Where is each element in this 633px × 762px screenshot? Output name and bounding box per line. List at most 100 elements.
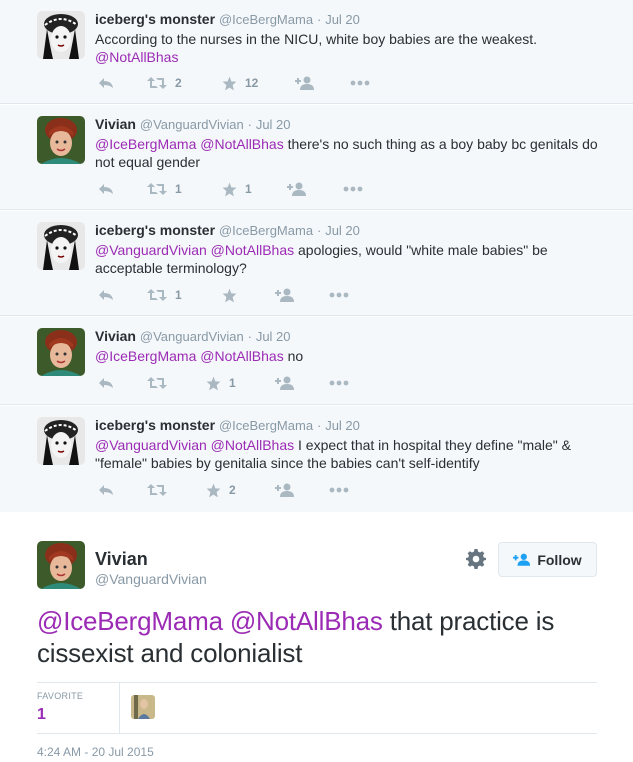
tweet-text: @IceBergMama @NotAllBhas that practice i… [37, 605, 603, 669]
retweet-button[interactable]: 1 [147, 285, 182, 305]
follow-icon [295, 76, 315, 90]
author-handle[interactable]: @IceBergMama [219, 418, 313, 433]
retweet-icon [147, 182, 167, 196]
tweet-text: @VanguardVivian @NotAllBhas I expect tha… [95, 436, 603, 472]
favorite-count: 12 [245, 76, 259, 90]
thread-tweet[interactable]: iceberg's monster @IceBergMama · Jul 20 … [0, 0, 633, 104]
reply-button[interactable] [98, 285, 114, 305]
favorite-stat-label: FAVORITE [37, 691, 84, 701]
mention-links[interactable]: @NotAllBhas [95, 49, 178, 65]
follow-user-button[interactable] [275, 285, 295, 305]
author-handle[interactable]: @IceBergMama [219, 12, 313, 27]
retweet-button[interactable]: 2 [147, 73, 182, 93]
follow-icon [275, 288, 295, 302]
separator-dot: · [247, 329, 252, 344]
author-handle[interactable]: @VanguardVivian [140, 329, 244, 344]
more-button[interactable] [343, 179, 363, 199]
follow-user-button[interactable] [287, 179, 307, 199]
author-handle[interactable]: @VanguardVivian [140, 117, 244, 132]
favorite-button[interactable]: 2 [206, 480, 236, 500]
tweet-time[interactable]: Jul 20 [325, 12, 360, 27]
tweet-timestamp[interactable]: 4:24 AM - 20 Jul 2015 [37, 745, 154, 759]
favorite-button[interactable]: 12 [222, 73, 258, 93]
tweet-text: @VanguardVivian @NotAllBhas apologies, w… [95, 241, 603, 277]
star-icon [222, 288, 237, 303]
follow-user-button[interactable] [295, 73, 315, 93]
avatar[interactable] [37, 541, 85, 589]
retweet-icon [147, 376, 167, 390]
retweet-count: 1 [175, 182, 182, 196]
mention-links[interactable]: @VanguardVivian @NotAllBhas [95, 242, 294, 258]
thread-tweet[interactable]: Vivian @VanguardVivian · Jul 20 @IceBerg… [0, 105, 633, 210]
more-button[interactable] [329, 373, 349, 393]
favorite-button[interactable] [222, 285, 245, 305]
star-icon [222, 182, 237, 197]
reply-button[interactable] [98, 480, 114, 500]
retweet-button[interactable] [147, 480, 175, 500]
author-name[interactable]: iceberg's monster [95, 11, 215, 27]
favorite-button[interactable]: 1 [222, 179, 252, 199]
mention-links[interactable]: @IceBergMama @NotAllBhas [95, 348, 284, 364]
tweet-text: @IceBergMama @NotAllBhas there's no such… [95, 135, 603, 171]
mention-links[interactable]: @IceBergMama @NotAllBhas [37, 606, 383, 636]
reply-icon [98, 182, 114, 196]
tweet-text: @IceBergMama @NotAllBhas no [95, 347, 603, 365]
stats-divider [119, 683, 120, 733]
author-name[interactable]: Vivian [95, 328, 136, 344]
tweet-time[interactable]: Jul 20 [325, 223, 360, 238]
favorite-stat-value[interactable]: 1 [37, 706, 46, 724]
follow-icon [287, 182, 307, 196]
separator-dot: · [316, 12, 322, 27]
author-name[interactable]: iceberg's monster [95, 417, 215, 433]
retweet-button[interactable] [147, 373, 175, 393]
more-icon [329, 292, 349, 298]
more-button[interactable] [329, 285, 349, 305]
avatar[interactable] [37, 417, 85, 465]
follow-user-button[interactable] [275, 480, 295, 500]
favoriter-avatar[interactable] [131, 695, 155, 719]
retweet-icon [147, 288, 167, 302]
thread-tweet[interactable]: iceberg's monster @IceBergMama · Jul 20 … [0, 406, 633, 512]
mention-links[interactable]: @IceBergMama @NotAllBhas [95, 136, 284, 152]
retweet-count: 1 [175, 288, 182, 302]
follow-user-button[interactable] [275, 373, 295, 393]
mention-links[interactable]: @VanguardVivian @NotAllBhas [95, 437, 294, 453]
tweet-time[interactable]: Jul 20 [256, 329, 291, 344]
avatar[interactable] [37, 116, 85, 164]
avatar[interactable] [37, 11, 85, 59]
more-icon [329, 380, 349, 386]
retweet-icon [147, 76, 167, 90]
reply-button[interactable] [98, 373, 114, 393]
more-icon [329, 487, 349, 493]
follow-button[interactable]: Follow [498, 542, 597, 577]
author-name[interactable]: Vivian [95, 116, 136, 132]
thread-tweet[interactable]: Vivian @VanguardVivian · Jul 20 @IceBerg… [0, 317, 633, 405]
tweet-time[interactable]: Jul 20 [256, 117, 291, 132]
separator-dot: · [316, 418, 322, 433]
avatar[interactable] [37, 222, 85, 270]
avatar[interactable] [37, 328, 85, 376]
reply-button[interactable] [98, 179, 114, 199]
author-handle[interactable]: @VanguardVivian [95, 571, 207, 587]
thread-tweet[interactable]: iceberg's monster @IceBergMama · Jul 20 … [0, 211, 633, 316]
reply-icon [98, 483, 114, 497]
star-icon [222, 76, 237, 91]
retweet-button[interactable]: 1 [147, 179, 182, 199]
star-icon [206, 483, 221, 498]
reply-icon [98, 376, 114, 390]
author-handle[interactable]: @IceBergMama [219, 223, 313, 238]
author-name[interactable]: Vivian [95, 549, 148, 570]
favorite-button[interactable]: 1 [206, 373, 236, 393]
more-button[interactable] [329, 480, 349, 500]
tweet-text-body: According to the nurses in the NICU, whi… [95, 31, 538, 47]
gear-icon[interactable] [466, 549, 486, 569]
more-button[interactable] [350, 73, 370, 93]
author-name[interactable]: iceberg's monster [95, 222, 215, 238]
follow-icon [275, 483, 295, 497]
tweet-time[interactable]: Jul 20 [325, 418, 360, 433]
retweet-count: 2 [175, 76, 182, 90]
permalink-tweet: Vivian @VanguardVivian Follow @IceBergMa… [0, 512, 633, 762]
star-icon [206, 376, 221, 391]
separator-dot: · [316, 223, 322, 238]
reply-button[interactable] [98, 73, 114, 93]
